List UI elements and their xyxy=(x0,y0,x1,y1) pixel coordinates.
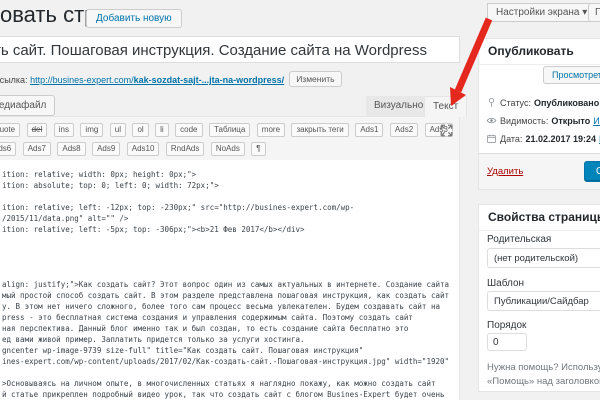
permalink-label: Постоянная ссылка: xyxy=(0,75,28,85)
publish-actions-footer: Удалить Обновить xyxy=(479,153,600,189)
add-media-button[interactable]: Добавить медиафайл xyxy=(0,95,55,116)
date-value: 21.02.2017 19:24 xyxy=(525,134,596,144)
edit-permalink-button[interactable]: Изменить xyxy=(289,71,341,87)
date-row: Дата: 21.02.2017 19:24 Изменить xyxy=(486,133,600,144)
qt-ads7-button[interactable]: Ads7 xyxy=(23,142,51,156)
move-to-trash-link[interactable]: Удалить xyxy=(487,166,523,177)
status-value: Опубликовано xyxy=(534,98,599,108)
status-row: Статус: Опубликовано Изменить xyxy=(486,97,600,108)
publish-panel-header: Опубликовать xyxy=(479,39,600,65)
tab-text[interactable]: Текст xyxy=(424,96,467,117)
attributes-help-line2: «Помощь» над заголовком экрана. xyxy=(487,376,600,387)
qt-ul-button[interactable]: ul xyxy=(110,123,126,137)
page-attributes-header: Свойства страницы xyxy=(479,205,600,231)
order-input[interactable] xyxy=(487,333,527,351)
preview-changes-button[interactable]: Просмотреть изменения xyxy=(543,66,600,84)
qt-noads-button[interactable]: NoAds xyxy=(211,142,245,156)
calendar-icon xyxy=(486,133,497,144)
parent-page-select[interactable]: (нет родительской) xyxy=(487,248,600,268)
visibility-value: Открыто xyxy=(551,116,590,126)
text-editor: b-quote del ins img ul ol li code Таблиц… xyxy=(0,116,460,400)
order-label: Порядок xyxy=(487,320,526,331)
qt-bquote-button[interactable]: b-quote xyxy=(0,123,20,137)
help-button[interactable]: Помощь xyxy=(588,3,600,22)
post-title-field[interactable]: Как создать сайт. Пошаговая инструкция. … xyxy=(0,36,460,63)
qt-table-button[interactable]: Таблица xyxy=(209,123,250,137)
attributes-help-line1: Нужна помощь? Используйте вкладку xyxy=(487,362,600,373)
eye-icon xyxy=(486,115,497,126)
qt-img-button[interactable]: img xyxy=(80,123,103,137)
update-button[interactable]: Обновить xyxy=(584,161,600,182)
qt-ads1-button[interactable]: Ads1 xyxy=(355,123,383,137)
quicktags-row-2: Ads6 Ads7 Ads8 Ads9 Ads10 RndAds NoAds ¶ xyxy=(0,138,459,157)
permalink-url-prefix: http://busines-expert.com/ xyxy=(30,75,134,85)
quicktags-toolbar: b-quote del ins img ul ol li code Таблиц… xyxy=(0,117,459,160)
qt-paragraph-button[interactable]: ¶ xyxy=(251,142,265,156)
qt-ads8-button[interactable]: Ads8 xyxy=(57,142,85,156)
qt-del-button[interactable]: del xyxy=(27,123,48,137)
qt-ol-button[interactable]: ol xyxy=(132,123,148,137)
permalink-url-slug: kak-sozdat-sajt-...jta-na-wordpress/ xyxy=(134,75,285,85)
pin-icon xyxy=(486,97,497,108)
screen-options-button[interactable]: Настройки экрана ▾ xyxy=(487,3,596,22)
screen-options-label: Настройки экрана xyxy=(496,7,580,18)
template-label: Шаблон xyxy=(487,278,524,289)
post-title-value: Как создать сайт. Пошаговая инструкция. … xyxy=(0,37,459,59)
qt-ads10-button[interactable]: Ads10 xyxy=(127,142,160,156)
chevron-down-icon: ▾ xyxy=(582,7,587,18)
visibility-row: Видимость: Открыто Изменить xyxy=(486,115,600,126)
status-label: Статус: xyxy=(500,98,531,108)
qt-ins-button[interactable]: ins xyxy=(54,123,74,137)
qt-li-button[interactable]: li xyxy=(155,123,169,137)
parent-label: Родительская xyxy=(487,234,551,245)
permalink-link[interactable]: http://busines-expert.com/kak-sozdat-saj… xyxy=(30,75,284,85)
qt-ads6-button[interactable]: Ads6 xyxy=(0,142,16,156)
template-select[interactable]: Публикации/Сайдбар xyxy=(487,291,600,311)
publish-panel: Опубликовать Просмотреть изменения Стату… xyxy=(478,38,600,190)
qt-code-button[interactable]: code xyxy=(175,123,202,137)
date-label: Дата: xyxy=(500,134,522,144)
wordpress-edit-page-screen: Редактировать страницу Добавить новую На… xyxy=(0,0,600,400)
qt-more-button[interactable]: more xyxy=(257,123,285,137)
qt-ads9-button[interactable]: Ads9 xyxy=(92,142,120,156)
fullscreen-icon[interactable] xyxy=(439,123,454,138)
editor-textarea[interactable]: ition: relative; width: 0px; height: 0px… xyxy=(2,169,459,400)
add-new-button[interactable]: Добавить новую xyxy=(86,9,182,28)
permalink-row: Постоянная ссылка: http://busines-expert… xyxy=(0,71,342,87)
qt-ads2-button[interactable]: Ads2 xyxy=(390,123,418,137)
qt-close-tags-button[interactable]: закрыть теги xyxy=(291,123,348,137)
tab-visual[interactable]: Визуально xyxy=(366,96,431,116)
qt-rndads-button[interactable]: RndAds xyxy=(166,142,204,156)
page-attributes-panel: Свойства страницы Родительская (нет роди… xyxy=(478,204,600,392)
edit-visibility-link[interactable]: Изменить xyxy=(593,116,600,126)
quicktags-row-1: b-quote del ins img ul ol li code Таблиц… xyxy=(0,119,459,138)
visibility-label: Видимость: xyxy=(500,116,548,126)
